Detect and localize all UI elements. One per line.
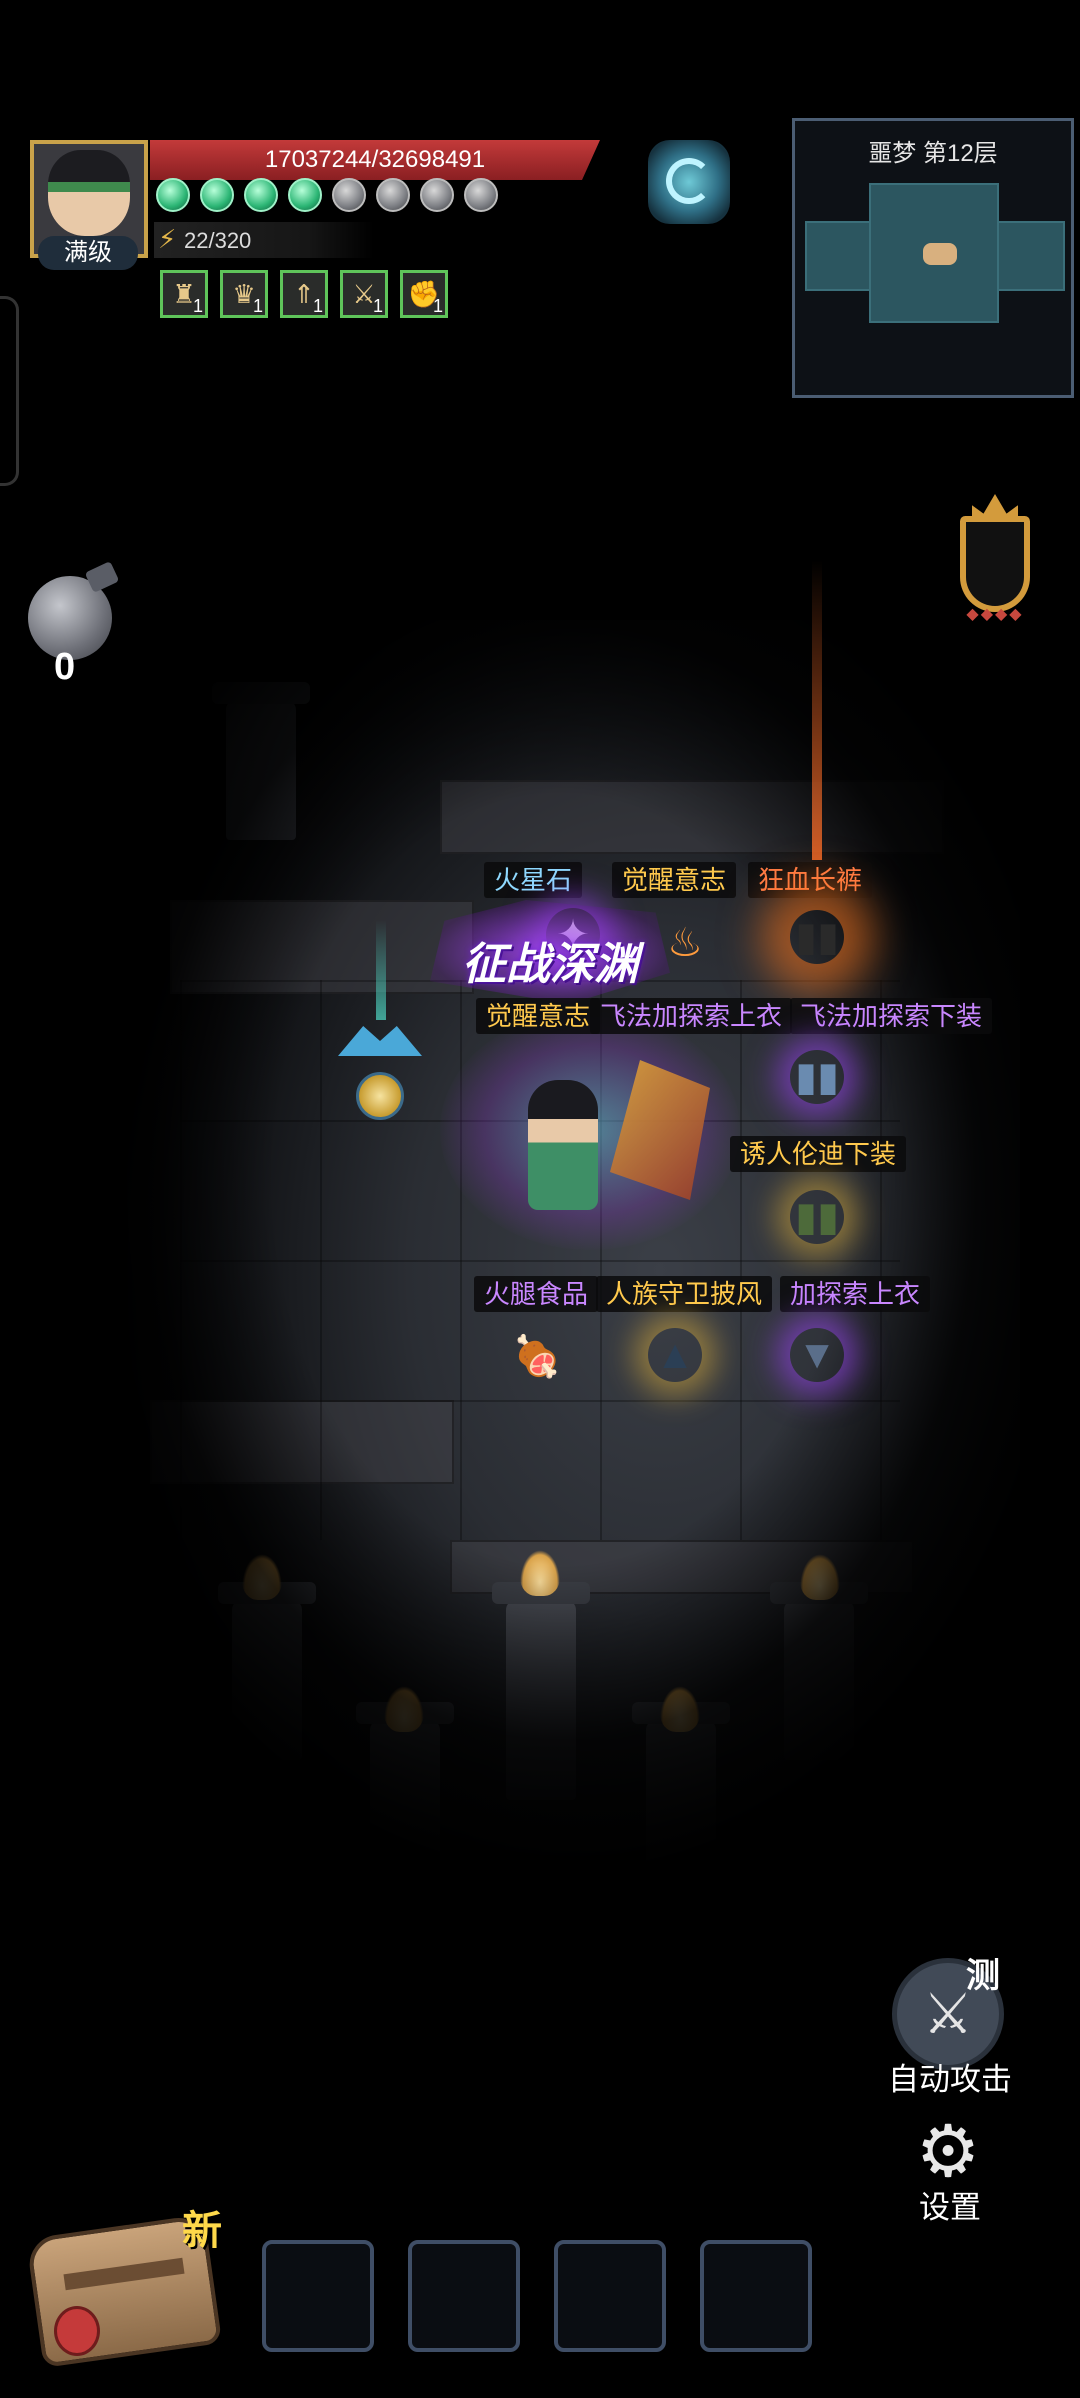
buff-attack[interactable]: ⚔ 1 — [340, 270, 388, 318]
avatar-headband — [48, 182, 130, 192]
new-badge: 新 — [182, 2209, 222, 2253]
wing-icon — [338, 1026, 422, 1056]
minimap-player-icon — [923, 243, 957, 265]
skill-orb-empty — [464, 178, 498, 212]
stone-pillar — [770, 1582, 868, 1760]
skill-orb-active — [200, 178, 234, 212]
bomb-item[interactable] — [28, 561, 120, 660]
shield-icon — [960, 516, 1030, 612]
npc-merchant[interactable] — [338, 1016, 422, 1126]
buff-helmet[interactable]: ♛ 1 — [220, 270, 268, 318]
loot-label[interactable]: 人族守卫披风 — [596, 1276, 773, 1312]
lightning-icon: ⚡ — [158, 224, 177, 254]
buff-count: 1 — [312, 296, 323, 316]
skill-orb-empty — [420, 178, 454, 212]
stone-pillar — [212, 682, 310, 840]
side-drawer-handle[interactable] — [0, 296, 19, 486]
buff-count: 1 — [432, 296, 443, 316]
abyss-event-badge[interactable]: 征战深渊 — [430, 900, 670, 1004]
buff-strength[interactable]: ✊ 1 — [400, 270, 448, 318]
leggings-icon[interactable]: ▮▮ — [790, 1050, 844, 1104]
torch-flame-icon — [660, 1686, 700, 1732]
skill-orb-empty — [332, 178, 366, 212]
bomb-count: 0 — [54, 646, 76, 688]
loot-label[interactable]: 觉醒意志 — [476, 998, 601, 1034]
badge-text: 征战深渊 — [462, 940, 638, 989]
shield-button[interactable]: ◆◆◆◆ — [950, 494, 1040, 624]
stone-pillar — [632, 1702, 730, 1870]
test-tag: 测 — [966, 1957, 1000, 1995]
quick-slot-1[interactable] — [262, 2240, 374, 2352]
gear-icon[interactable]: ⚙ — [908, 2112, 988, 2192]
quick-slot-4[interactable] — [700, 2240, 812, 2352]
auto-attack-label: 自动攻击 — [888, 2062, 1012, 2097]
buff-count: 1 — [372, 296, 383, 316]
loot-label[interactable]: 觉醒意志 — [612, 862, 737, 898]
potion-icon — [54, 2306, 100, 2356]
torch-flame-icon — [242, 1554, 282, 1600]
portal-icon — [666, 158, 712, 204]
skill-orb-empty — [376, 178, 410, 212]
portal-button[interactable] — [648, 140, 730, 224]
stone-pillar — [356, 1702, 454, 1870]
skill-orb-active — [156, 178, 190, 212]
loot-label[interactable]: 飞法加探索上衣 — [590, 998, 793, 1034]
energy-text: 22/320 — [184, 228, 252, 253]
loot-label[interactable]: 飞法加探索下装 — [790, 998, 993, 1034]
cloak-icon[interactable]: ▲ — [648, 1328, 702, 1382]
npc-emblem-icon — [356, 1072, 404, 1120]
quick-slot-2[interactable] — [408, 2240, 520, 2352]
level-label: 满级 — [38, 236, 138, 270]
buff-armor[interactable]: ♜ 1 — [160, 270, 208, 318]
avatar-face — [48, 150, 130, 236]
pants-icon[interactable]: ▮▮ — [790, 910, 844, 964]
settings-label[interactable]: 设置 — [880, 2182, 1020, 2227]
torch-flame-icon — [520, 1550, 560, 1596]
npc-beam — [376, 920, 386, 1020]
buff-rank-up[interactable]: ⇑ 1 — [280, 270, 328, 318]
loot-label[interactable]: 诱人伦迪下装 — [730, 1136, 907, 1172]
minimap-title: 噩梦 第12层 — [868, 140, 998, 167]
stone-pillar — [492, 1582, 590, 1800]
stone-pillar — [218, 1582, 316, 1760]
loot-beam — [812, 560, 822, 860]
loot-label[interactable]: 火星石 — [484, 862, 583, 898]
skill-orb-active — [288, 178, 322, 212]
loot-label[interactable]: 加探索上衣 — [780, 1276, 931, 1312]
buff-count: 1 — [252, 296, 263, 316]
minimap[interactable]: 噩梦 第12层 — [792, 118, 1074, 398]
player-character[interactable] — [528, 1080, 598, 1210]
dungeon-wall — [440, 780, 944, 854]
hp-text: 17037244/32698491 — [264, 146, 486, 173]
boots-icon[interactable]: ▮▮ — [790, 1190, 844, 1244]
skill-orb-active — [244, 178, 278, 212]
torch-flame-icon — [384, 1686, 424, 1732]
ham-food-icon[interactable]: 🍖 — [510, 1330, 564, 1384]
gem-indicators: ◆◆◆◆ — [966, 606, 1024, 623]
loot-label[interactable]: 火腿食品 — [474, 1276, 599, 1312]
torch-flame-icon — [800, 1554, 840, 1600]
quick-slot-3[interactable] — [554, 2240, 666, 2352]
buff-count: 1 — [192, 296, 203, 316]
loot-label[interactable]: 狂血长裤 — [748, 862, 873, 898]
shirt-icon[interactable]: ▼ — [790, 1328, 844, 1382]
